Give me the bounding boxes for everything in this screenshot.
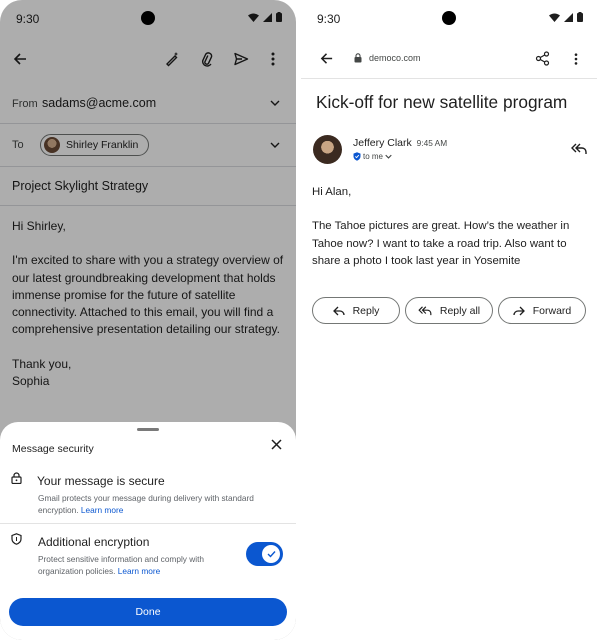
email-time: 9:45 AM [416,138,448,148]
email-view-screen: 9:30 democo.com Kick-off for new satelli… [301,0,597,640]
secure-desc-text: Gmail protects your message during deliv… [38,493,254,515]
learn-more-link[interactable]: Learn more [81,505,123,515]
sheet-title: Message security [12,443,94,455]
reply-all-label: Reply all [439,304,481,317]
reply-all-icon[interactable] [571,143,587,155]
share-icon[interactable] [535,51,550,66]
back-arrow-icon[interactable] [319,51,334,66]
reply-all-button[interactable]: Reply all [405,297,493,324]
check-icon [267,550,276,558]
reply-label: Reply [352,304,380,317]
status-time: 9:30 [317,12,341,26]
encryption-description: Protect sensitive information and comply… [38,553,233,577]
encryption-toggle[interactable] [246,542,283,566]
reply-button[interactable]: Reply [312,297,400,324]
shield-icon [11,533,22,545]
secure-title: Your message is secure [37,474,165,488]
to-me-label: to me [363,152,384,161]
signal-icon [564,12,573,22]
chevron-down-icon [385,154,392,159]
avatar[interactable] [313,135,342,164]
forward-icon [513,306,525,316]
reply-all-icon [418,305,432,316]
recipient-details[interactable]: to me [353,152,392,161]
learn-more-link[interactable]: Learn more [118,566,160,576]
sender-line: Jeffery Clark 9:45 AM [353,137,447,149]
email-subject: Kick-off for new satellite program [316,92,568,112]
camera-cutout [442,11,456,25]
close-icon[interactable] [271,439,282,450]
secure-description: Gmail protects your message during deliv… [38,492,283,516]
verified-shield-icon [353,152,361,161]
done-button[interactable]: Done [9,598,287,626]
drag-handle[interactable] [137,428,159,431]
encryption-title: Additional encryption [38,535,150,549]
sender-name[interactable]: Jeffery Clark [353,137,412,149]
url-text[interactable]: democo.com [369,53,421,63]
battery-icon [577,12,583,22]
body-paragraph: The Tahoe pictures are great. How’s the … [312,220,570,268]
wifi-icon [549,13,560,22]
toggle-knob [262,545,280,563]
lock-icon [11,472,22,484]
forward-button[interactable]: Forward [498,297,586,324]
status-bar: 9:30 [301,0,597,38]
lock-icon [354,53,362,63]
divider [0,523,296,524]
body-paragraph: Hi Alan, [312,186,352,198]
url-bar: democo.com [301,40,597,79]
forward-label: Forward [532,304,572,317]
status-icons [549,12,583,22]
more-vert-icon[interactable] [573,52,579,66]
compose-screen: 9:30 From sadams@acme.com To Shirley Fra… [0,0,296,640]
reply-icon [332,306,345,316]
email-body: Hi Alan, The Tahoe pictures are great. H… [312,184,590,288]
